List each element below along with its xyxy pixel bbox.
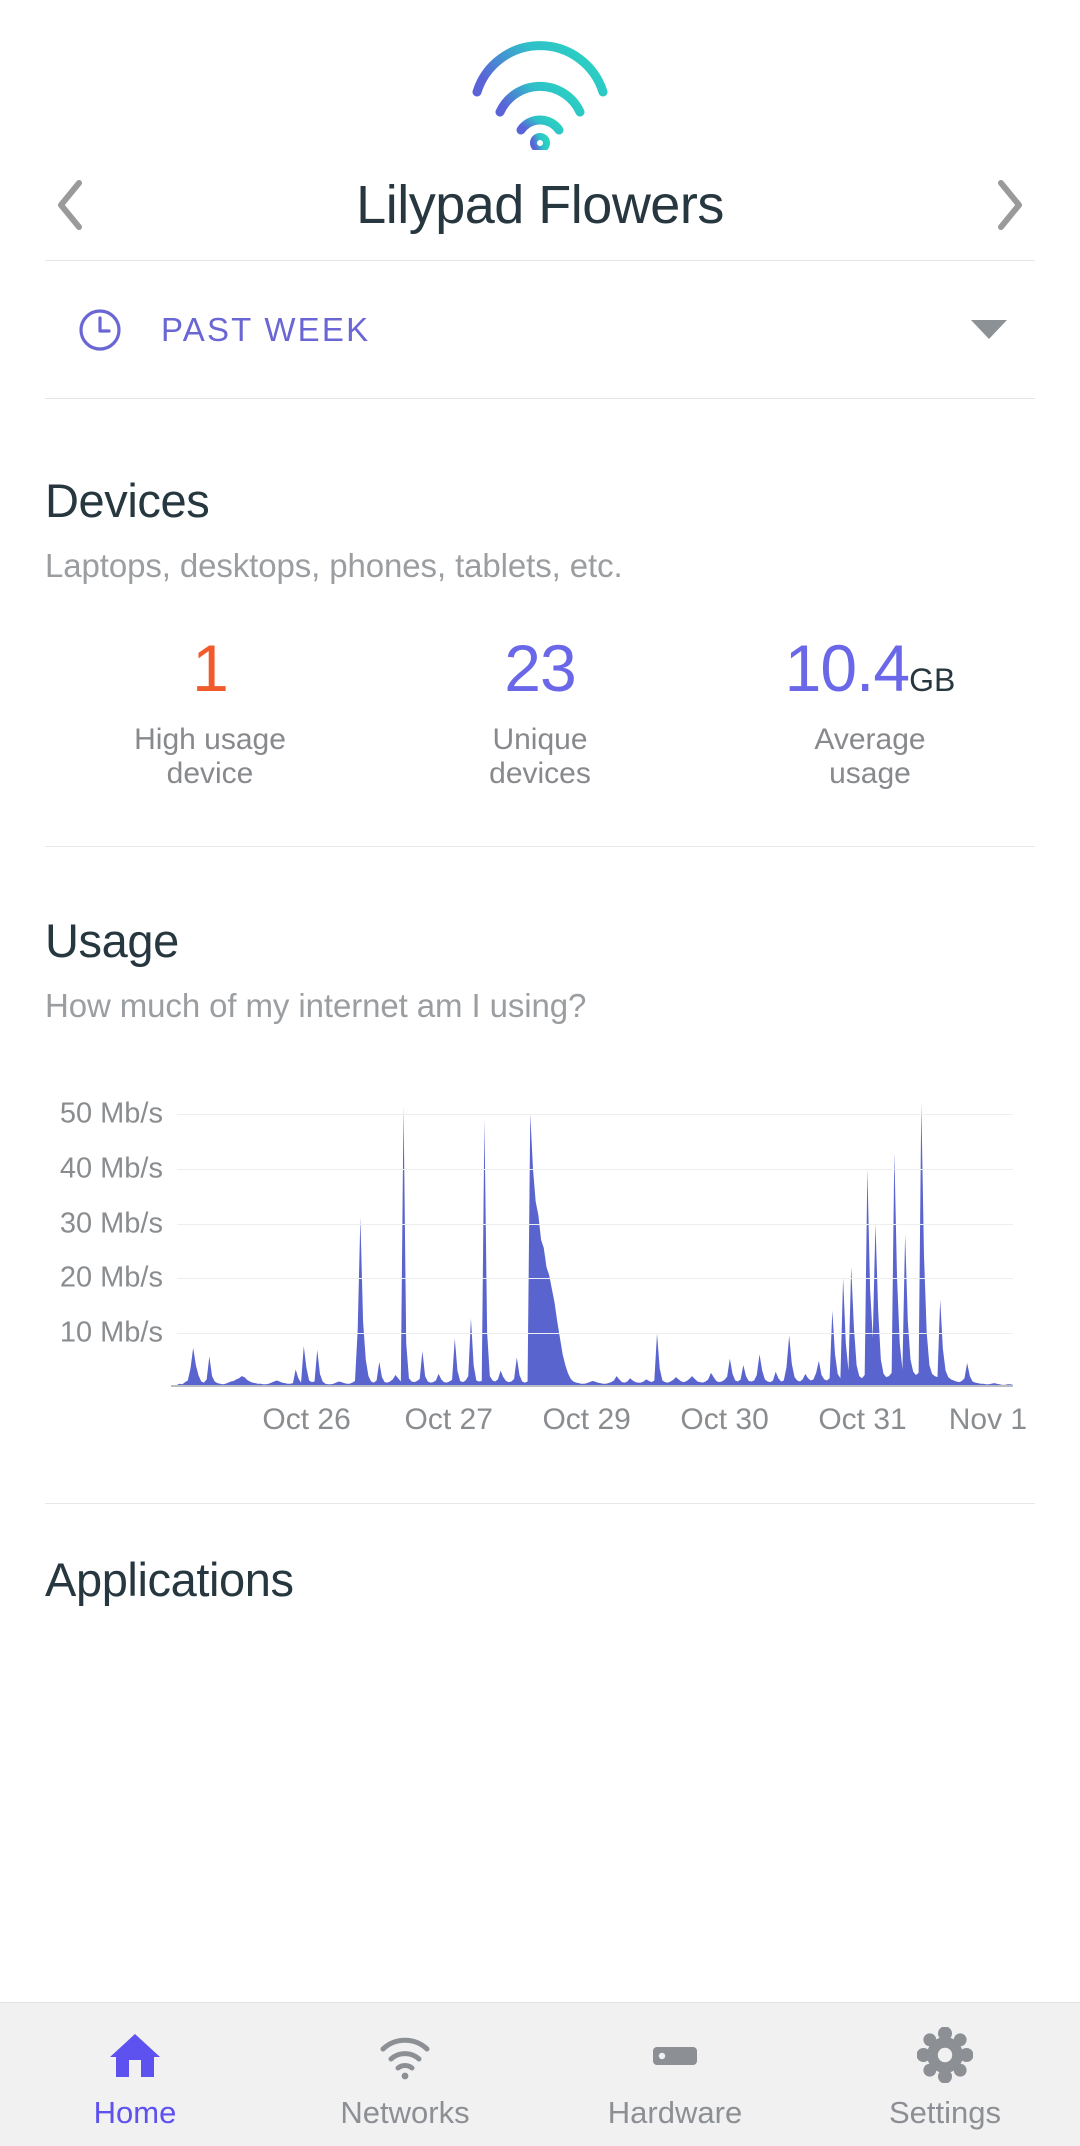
network-switcher: Lilypad Flowers xyxy=(0,150,1080,260)
chart-y-tick-label: 30 Mb/s xyxy=(59,1207,163,1240)
chart-x-tick-label: Oct 31 xyxy=(818,1403,907,1437)
devices-section: Devices Laptops, desktops, phones, table… xyxy=(0,473,1080,790)
usage-section: Usage How much of my internet am I using… xyxy=(0,913,1080,1025)
clock-icon xyxy=(77,307,123,353)
chart-gridline xyxy=(177,1278,1013,1280)
app-logo xyxy=(0,0,1080,150)
chart-x-tick-label: Oct 30 xyxy=(680,1403,769,1437)
divider-period xyxy=(45,398,1035,399)
usage-chart[interactable]: 10 Mb/s 20 Mb/s 30 Mb/s 40 Mb/s 50 Mb/s Oct … xyxy=(0,1087,1080,1447)
time-period-label: PAST WEEK xyxy=(161,310,371,348)
devices-stats: 1 High usage device 23 Unique devices 10.4… xyxy=(45,635,1035,790)
chart-y-tick-label: 20 Mb/s xyxy=(59,1261,163,1294)
bottom-navigation: Home Networks Hardware Settings xyxy=(0,2002,1080,2146)
stat-unique-devices[interactable]: 23 Unique devices xyxy=(375,635,705,790)
wifi-icon xyxy=(377,2027,433,2083)
nav-item-home[interactable]: Home xyxy=(0,2003,270,2146)
stat-average-usage[interactable]: 10.4GB Average usage xyxy=(705,635,1035,790)
chart-x-tick-label: Oct 26 xyxy=(262,1403,351,1437)
wifi-gradient-icon xyxy=(472,41,608,150)
chart-gridline xyxy=(177,1114,1013,1116)
devices-title: Devices xyxy=(45,474,210,527)
devices-subtitle: Laptops, desktops, phones, tablets, etc. xyxy=(45,547,623,584)
stat-value: 23 xyxy=(375,635,705,701)
gear-icon xyxy=(917,2026,973,2083)
stat-value: 1 xyxy=(45,635,375,701)
divider-devices xyxy=(45,846,1035,848)
stat-label: Average usage xyxy=(814,723,926,790)
chevron-left-icon xyxy=(58,180,82,230)
chart-x-tick-labels: Oct 26 Oct 27 Oct 29 Oct 30 Oct 31 Nov 1 xyxy=(177,1387,1027,1447)
chart-y-tick-label: 40 Mb/s xyxy=(59,1152,163,1185)
stat-label: Unique devices xyxy=(489,723,591,790)
nav-label: Settings xyxy=(888,2094,1001,2130)
stat-number: 23 xyxy=(504,631,576,705)
home-icon xyxy=(107,2027,163,2083)
stat-label: High usage device xyxy=(134,723,286,790)
time-period-selector[interactable]: PAST WEEK xyxy=(0,261,1080,398)
router-icon xyxy=(647,2027,703,2083)
stat-number: 1 xyxy=(192,631,229,705)
chevron-right-icon xyxy=(998,180,1022,230)
nav-item-networks[interactable]: Networks xyxy=(270,2003,540,2146)
chart-y-tick-label: 50 Mb/s xyxy=(59,1097,163,1130)
chart-gridline xyxy=(177,1332,1013,1334)
stat-high-usage-device[interactable]: 1 High usage device xyxy=(45,635,375,790)
chart-plot-area: 10 Mb/s 20 Mb/s 30 Mb/s 40 Mb/s 50 Mb/s xyxy=(60,1087,1013,1388)
usage-subtitle: How much of my internet am I using? xyxy=(45,987,587,1025)
chart-gridline xyxy=(177,1169,1013,1170)
stat-unit: GB xyxy=(909,662,956,698)
nav-item-settings[interactable]: Settings xyxy=(810,2003,1080,2146)
stat-value: 10.4GB xyxy=(705,635,1035,701)
nav-label: Networks xyxy=(340,2094,470,2130)
usage-area-chart xyxy=(177,1103,1013,1388)
chevron-down-icon[interactable] xyxy=(971,320,1007,339)
chart-y-tick-label: 10 Mb/s xyxy=(59,1316,163,1349)
previous-network-button[interactable] xyxy=(40,165,100,245)
next-network-button[interactable] xyxy=(980,165,1040,245)
page-title: Lilypad Flowers xyxy=(356,175,724,235)
applications-title: Applications xyxy=(45,1553,294,1607)
nav-label: Home xyxy=(93,2094,177,2130)
app-screen: Lilypad Flowers PAST WEEK Devices Laptop… xyxy=(0,0,1080,2146)
chart-series-download xyxy=(177,1103,1013,1388)
nav-label: Hardware xyxy=(607,2094,743,2130)
stat-number: 10.4 xyxy=(784,631,910,705)
chart-x-tick-label: Nov 1 xyxy=(948,1403,1028,1437)
usage-title: Usage xyxy=(45,914,179,968)
nav-item-hardware[interactable]: Hardware xyxy=(540,2003,810,2146)
divider-usage xyxy=(45,1503,1035,1505)
chart-gridline xyxy=(177,1223,1013,1225)
applications-section: Applications xyxy=(0,1552,1080,1607)
chart-x-tick-label: Oct 27 xyxy=(404,1403,493,1437)
chart-x-tick-label: Oct 29 xyxy=(542,1403,631,1437)
